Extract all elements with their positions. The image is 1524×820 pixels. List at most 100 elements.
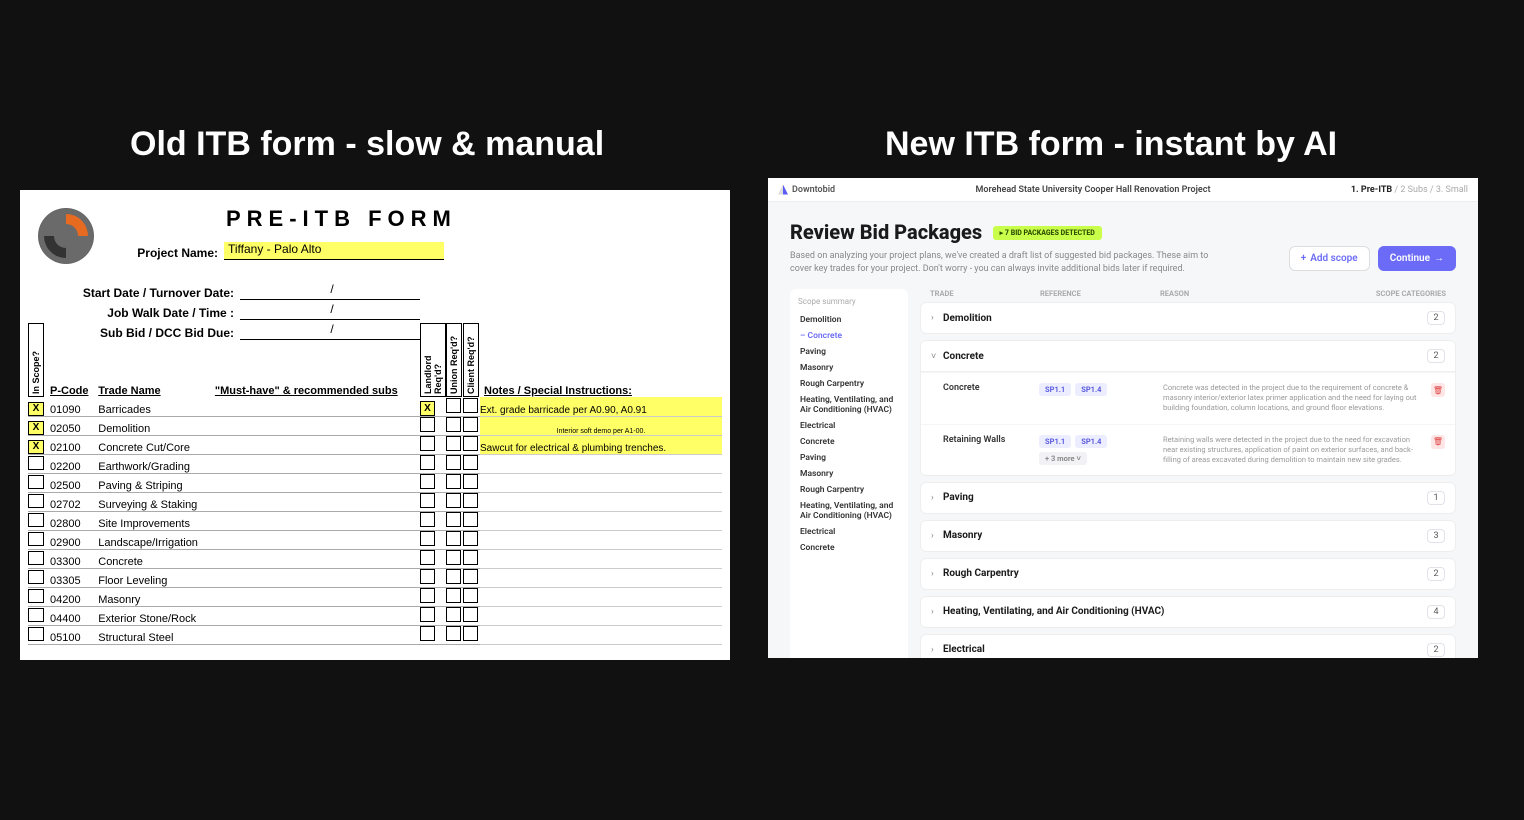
musthave-cell[interactable] — [215, 587, 420, 606]
brand[interactable]: Downtobid — [778, 185, 835, 195]
notes-cell[interactable] — [480, 549, 722, 568]
in-scope-checkbox[interactable] — [28, 551, 44, 565]
group-header-row[interactable]: ˅ Concrete 2 — [921, 341, 1455, 371]
add-scope-button[interactable]: +Add scope — [1289, 246, 1370, 271]
client-req-checkbox[interactable] — [463, 493, 478, 508]
musthave-cell[interactable] — [215, 435, 420, 454]
sidebar-item[interactable]: Electrical — [798, 524, 900, 540]
client-req-checkbox[interactable] — [463, 588, 478, 603]
sidebar-item[interactable]: Heating, Ventilating, and Air Conditioni… — [798, 498, 900, 524]
musthave-cell[interactable] — [215, 397, 420, 416]
breadcrumb-step[interactable]: 3. Small — [1434, 185, 1468, 195]
landlord-req-checkbox[interactable] — [420, 474, 435, 489]
union-req-checkbox[interactable] — [446, 436, 461, 451]
in-scope-checkbox[interactable]: X — [28, 440, 44, 454]
sidebar-item[interactable]: Demolition — [798, 312, 900, 328]
continue-button[interactable]: Continue→ — [1378, 246, 1456, 271]
landlord-req-checkbox[interactable] — [420, 512, 435, 527]
union-req-checkbox[interactable] — [446, 550, 461, 565]
union-req-checkbox[interactable] — [446, 417, 461, 432]
musthave-cell[interactable] — [215, 530, 420, 549]
landlord-req-checkbox[interactable] — [420, 436, 435, 451]
in-scope-checkbox[interactable]: X — [28, 402, 44, 416]
sidebar-item[interactable]: Concrete — [798, 328, 900, 344]
group-header-row[interactable]: › Heating, Ventilating, and Air Conditio… — [921, 597, 1455, 627]
in-scope-checkbox[interactable] — [28, 475, 44, 489]
notes-cell[interactable] — [480, 606, 722, 625]
union-req-checkbox[interactable] — [446, 455, 461, 470]
union-req-checkbox[interactable] — [446, 531, 461, 546]
client-req-checkbox[interactable] — [463, 550, 478, 565]
musthave-cell[interactable] — [215, 492, 420, 511]
landlord-req-checkbox[interactable] — [420, 455, 435, 470]
union-req-checkbox[interactable] — [446, 398, 461, 413]
client-req-checkbox[interactable] — [463, 398, 478, 413]
musthave-cell[interactable] — [215, 454, 420, 473]
notes-cell[interactable] — [480, 492, 722, 511]
landlord-req-checkbox[interactable]: X — [420, 401, 435, 416]
notes-cell[interactable] — [480, 587, 722, 606]
musthave-cell[interactable] — [215, 549, 420, 568]
sidebar-item[interactable]: Heating, Ventilating, and Air Conditioni… — [798, 392, 900, 418]
sidebar-item[interactable]: Concrete — [798, 434, 900, 450]
notes-cell[interactable] — [480, 530, 722, 549]
musthave-cell[interactable] — [215, 416, 420, 435]
group-header-row[interactable]: › Demolition 2 — [921, 303, 1455, 333]
notes-cell[interactable]: Sawcut for electrical & plumbing trenche… — [480, 435, 722, 454]
sidebar-item[interactable]: Masonry — [798, 360, 900, 376]
group-header-row[interactable]: › Rough Carpentry 2 — [921, 559, 1455, 589]
union-req-checkbox[interactable] — [446, 512, 461, 527]
delete-scope-button[interactable]: 🗑 — [1431, 383, 1445, 397]
notes-cell[interactable] — [480, 625, 722, 644]
client-req-checkbox[interactable] — [463, 512, 478, 527]
subbid-input[interactable]: / — [240, 322, 420, 340]
reference-pill[interactable]: SP1.4 — [1075, 383, 1107, 396]
musthave-cell[interactable] — [215, 625, 420, 644]
sidebar-item[interactable]: Paving — [798, 344, 900, 360]
client-req-checkbox[interactable] — [463, 569, 478, 584]
notes-cell[interactable] — [480, 454, 722, 473]
in-scope-checkbox[interactable] — [28, 494, 44, 508]
reference-more-pill[interactable]: + 3 more ˅ — [1039, 452, 1087, 465]
reference-pill[interactable]: SP1.4 — [1075, 435, 1107, 448]
sidebar-item[interactable]: Concrete — [798, 540, 900, 556]
client-req-checkbox[interactable] — [463, 626, 478, 641]
sidebar-item[interactable]: Masonry — [798, 466, 900, 482]
union-req-checkbox[interactable] — [446, 474, 461, 489]
reference-pill[interactable]: SP1.1 — [1039, 435, 1071, 448]
jobwalk-input[interactable]: / — [240, 302, 420, 320]
breadcrumb-step[interactable]: 1. Pre-ITB — [1351, 185, 1395, 195]
in-scope-checkbox[interactable] — [28, 532, 44, 546]
notes-cell[interactable] — [480, 511, 722, 530]
landlord-req-checkbox[interactable] — [420, 531, 435, 546]
landlord-req-checkbox[interactable] — [420, 588, 435, 603]
union-req-checkbox[interactable] — [446, 493, 461, 508]
group-header-row[interactable]: › Electrical 2 — [921, 635, 1455, 658]
client-req-checkbox[interactable] — [463, 531, 478, 546]
in-scope-checkbox[interactable] — [28, 456, 44, 470]
union-req-checkbox[interactable] — [446, 607, 461, 622]
sidebar-item[interactable]: Paving — [798, 450, 900, 466]
landlord-req-checkbox[interactable] — [420, 569, 435, 584]
union-req-checkbox[interactable] — [446, 588, 461, 603]
notes-cell[interactable]: Ext. grade barricade per A0.90, A0.91 — [480, 397, 722, 416]
sidebar-item[interactable]: Rough Carpentry — [798, 376, 900, 392]
notes-cell[interactable]: Interior soft demo per A1-00. — [480, 416, 722, 435]
in-scope-checkbox[interactable] — [28, 570, 44, 584]
notes-cell[interactable] — [480, 473, 722, 492]
in-scope-checkbox[interactable] — [28, 589, 44, 603]
musthave-cell[interactable] — [215, 568, 420, 587]
sidebar-item[interactable]: Rough Carpentry — [798, 482, 900, 498]
in-scope-checkbox[interactable] — [28, 608, 44, 622]
sidebar-item[interactable]: Electrical — [798, 418, 900, 434]
landlord-req-checkbox[interactable] — [420, 550, 435, 565]
landlord-req-checkbox[interactable] — [420, 607, 435, 622]
client-req-checkbox[interactable] — [463, 474, 478, 489]
musthave-cell[interactable] — [215, 511, 420, 530]
start-date-input[interactable]: / — [240, 282, 420, 300]
client-req-checkbox[interactable] — [463, 607, 478, 622]
landlord-req-checkbox[interactable] — [420, 626, 435, 641]
reference-pill[interactable]: SP1.1 — [1039, 383, 1071, 396]
notes-cell[interactable] — [480, 568, 722, 587]
musthave-cell[interactable] — [215, 473, 420, 492]
